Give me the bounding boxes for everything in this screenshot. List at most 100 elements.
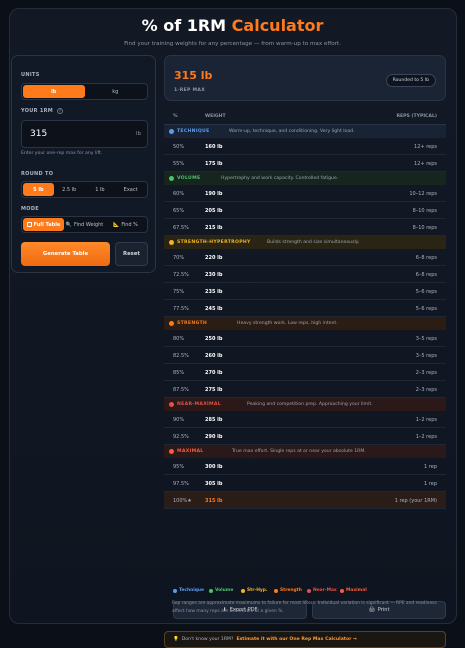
- header-reps: REPS (TYPICAL): [396, 114, 437, 119]
- legend-item: Volume: [209, 588, 233, 593]
- unit-lb-button[interactable]: lb: [23, 85, 85, 98]
- round-exact-button[interactable]: Exact: [115, 183, 146, 196]
- zone-legend: Technique Volume Str-Hyp. Strength Near-Max M…: [164, 586, 446, 596]
- round-5-button[interactable]: 5 lb: [23, 183, 54, 196]
- one-rep-max-calculator-link[interactable]: Estimate it with our One Rep Max Calcula…: [236, 637, 356, 642]
- legend-label: Volume: [215, 588, 234, 593]
- reset-button[interactable]: Reset: [115, 242, 148, 266]
- zone-name: STRENGTH-HYPERTROPHY: [177, 240, 251, 245]
- percent-cell: 75%: [173, 289, 185, 295]
- estimate-tip: 💡 Don't know your 1RM? Estimate it with …: [164, 631, 446, 648]
- weight-cell: 230 lb: [205, 272, 223, 278]
- mode-full-table-button[interactable]: Full Table: [23, 218, 64, 231]
- zone-header: STRENGTH-HYPERTROPHY Builds strength and …: [164, 236, 446, 249]
- legend-label: Str-Hyp.: [247, 588, 268, 593]
- zone-dot-icon: [169, 176, 174, 181]
- percent-cell: 60%: [173, 191, 185, 197]
- table-icon: [26, 222, 32, 227]
- percent-cell: 90%: [173, 417, 185, 423]
- weight-cell: 160 lb: [205, 144, 223, 150]
- mode-find-percent-label: Find %: [121, 221, 138, 228]
- reps-cell: 8–10 reps: [412, 225, 437, 231]
- table-row: 80% 250 lb 3–5 reps: [164, 330, 446, 347]
- weight-cell: 245 lb: [205, 306, 223, 312]
- mode-full-table-label: Full Table: [33, 221, 61, 228]
- ruler-icon: 📐: [113, 221, 120, 228]
- mode-find-weight-label: Find Weight: [73, 221, 104, 228]
- percent-cell: 80%: [173, 336, 185, 342]
- rm-label-text: YOUR 1RM: [21, 108, 54, 114]
- rm-hint: Enter your one-rep max for any lift.: [21, 151, 103, 156]
- zone-header: NEAR-MAXIMAL Peaking and competition prep…: [164, 398, 446, 411]
- page-subtitle: Find your training weights for any perce…: [124, 41, 341, 47]
- percent-cell: 87.5%: [173, 387, 189, 393]
- zone-description: Peaking and competition prep. Approachin…: [247, 402, 373, 407]
- rm-label: YOUR 1RM ?: [21, 108, 64, 114]
- table-row: 50% 160 lb 12+ reps: [164, 138, 446, 155]
- reps-cell: 3–5 reps: [415, 353, 437, 359]
- legend-label: Strength: [280, 588, 302, 593]
- reps-cell: 5–6 reps: [415, 289, 437, 295]
- reps-cell: 12+ reps: [414, 144, 437, 150]
- weight-cell: 235 lb: [205, 289, 223, 295]
- round-toggle: 5 lb 2.5 lb 1 lb Exact: [21, 181, 148, 198]
- reps-cell: 12+ reps: [414, 161, 437, 167]
- legend-item: Near-Max: [307, 588, 337, 593]
- generate-table-button[interactable]: Generate Table: [21, 242, 110, 266]
- percent-cell: 97.5%: [173, 481, 189, 487]
- reps-cell: 6–8 reps: [415, 272, 437, 278]
- one-rep-max-summary: 315 lb 1-REP MAX Rounded to 5 lb: [164, 55, 446, 101]
- reps-cell: 8–10 reps: [412, 208, 437, 214]
- table-row: 85% 270 lb 2–3 reps: [164, 364, 446, 381]
- header-weight: WEIGHT: [205, 114, 226, 119]
- reps-cell: 1 rep: [424, 464, 437, 470]
- legend-item: Maximal: [340, 588, 367, 593]
- table-row: 97.5% 305 lb 1 rep: [164, 475, 446, 492]
- table-row: 70% 220 lb 6–8 reps: [164, 249, 446, 266]
- percent-cell: 72.5%: [173, 272, 189, 278]
- mode-find-percent-button[interactable]: 📐 Find %: [105, 218, 146, 231]
- zone-header: VOLUME Hypertrophy and work capacity. Con…: [164, 172, 446, 185]
- table-row: 60% 190 lb 10–12 reps: [164, 185, 446, 202]
- unit-kg-button[interactable]: kg: [85, 85, 147, 98]
- table-row: 77.5% 245 lb 5–6 reps: [164, 300, 446, 317]
- legend-label: Technique: [179, 588, 204, 593]
- zone-description: Warm-up, technique, and conditioning. Ve…: [229, 129, 355, 134]
- legend-dot-icon: [307, 588, 311, 593]
- legend-label: Near-Max: [313, 588, 337, 593]
- legend-item: Str-Hyp.: [241, 588, 268, 593]
- weight-cell: 175 lb: [205, 161, 223, 167]
- legend-label: Maximal: [346, 588, 367, 593]
- zone-name: STRENGTH: [177, 321, 208, 326]
- reps-cell: 2–3 reps: [415, 370, 437, 376]
- zone-name: NEAR-MAXIMAL: [177, 402, 222, 407]
- mode-toggle: Full Table 🔍 Find Weight 📐 Find %: [21, 216, 148, 233]
- zone-header: MAXIMAL True max effort. Single reps at o…: [164, 445, 446, 458]
- units-toggle: lb kg: [21, 83, 148, 100]
- percent-cell: 50%: [173, 144, 185, 150]
- weight-cell: 315 lb: [205, 498, 223, 504]
- reps-cell: 1–2 reps: [415, 417, 437, 423]
- footnote: Rep ranges are approximate maximums to f…: [172, 601, 437, 614]
- legend-item: Technique: [173, 588, 204, 593]
- title-main: % of 1RM: [141, 16, 227, 35]
- info-icon[interactable]: ?: [57, 108, 64, 114]
- percent-cell: 100%★: [173, 498, 192, 504]
- weight-cell: 300 lb: [205, 464, 223, 470]
- weight-cell: 190 lb: [205, 191, 223, 197]
- rm-input[interactable]: 315 lb: [21, 120, 148, 148]
- table-row: 95% 300 lb 1 rep: [164, 458, 446, 475]
- percent-cell: 55%: [173, 161, 185, 167]
- mode-find-weight-button[interactable]: 🔍 Find Weight: [64, 218, 105, 231]
- page-title: % of 1RM Calculator: [0, 16, 465, 35]
- percent-cell: 85%: [173, 370, 185, 376]
- one-rep-max-value: 315 lb: [174, 69, 213, 82]
- round-2-5-button[interactable]: 2.5 lb: [54, 183, 85, 196]
- weight-cell: 305 lb: [205, 481, 223, 487]
- tip-text: Don't know your 1RM?: [181, 637, 234, 642]
- table-row: 100%★ 315 lb 1 rep (your 1RM): [164, 492, 446, 509]
- legend-dot-icon: [340, 588, 344, 593]
- rm-input-value: 315: [30, 129, 48, 139]
- table-row: 67.5% 215 lb 8–10 reps: [164, 219, 446, 236]
- round-1-button[interactable]: 1 lb: [85, 183, 116, 196]
